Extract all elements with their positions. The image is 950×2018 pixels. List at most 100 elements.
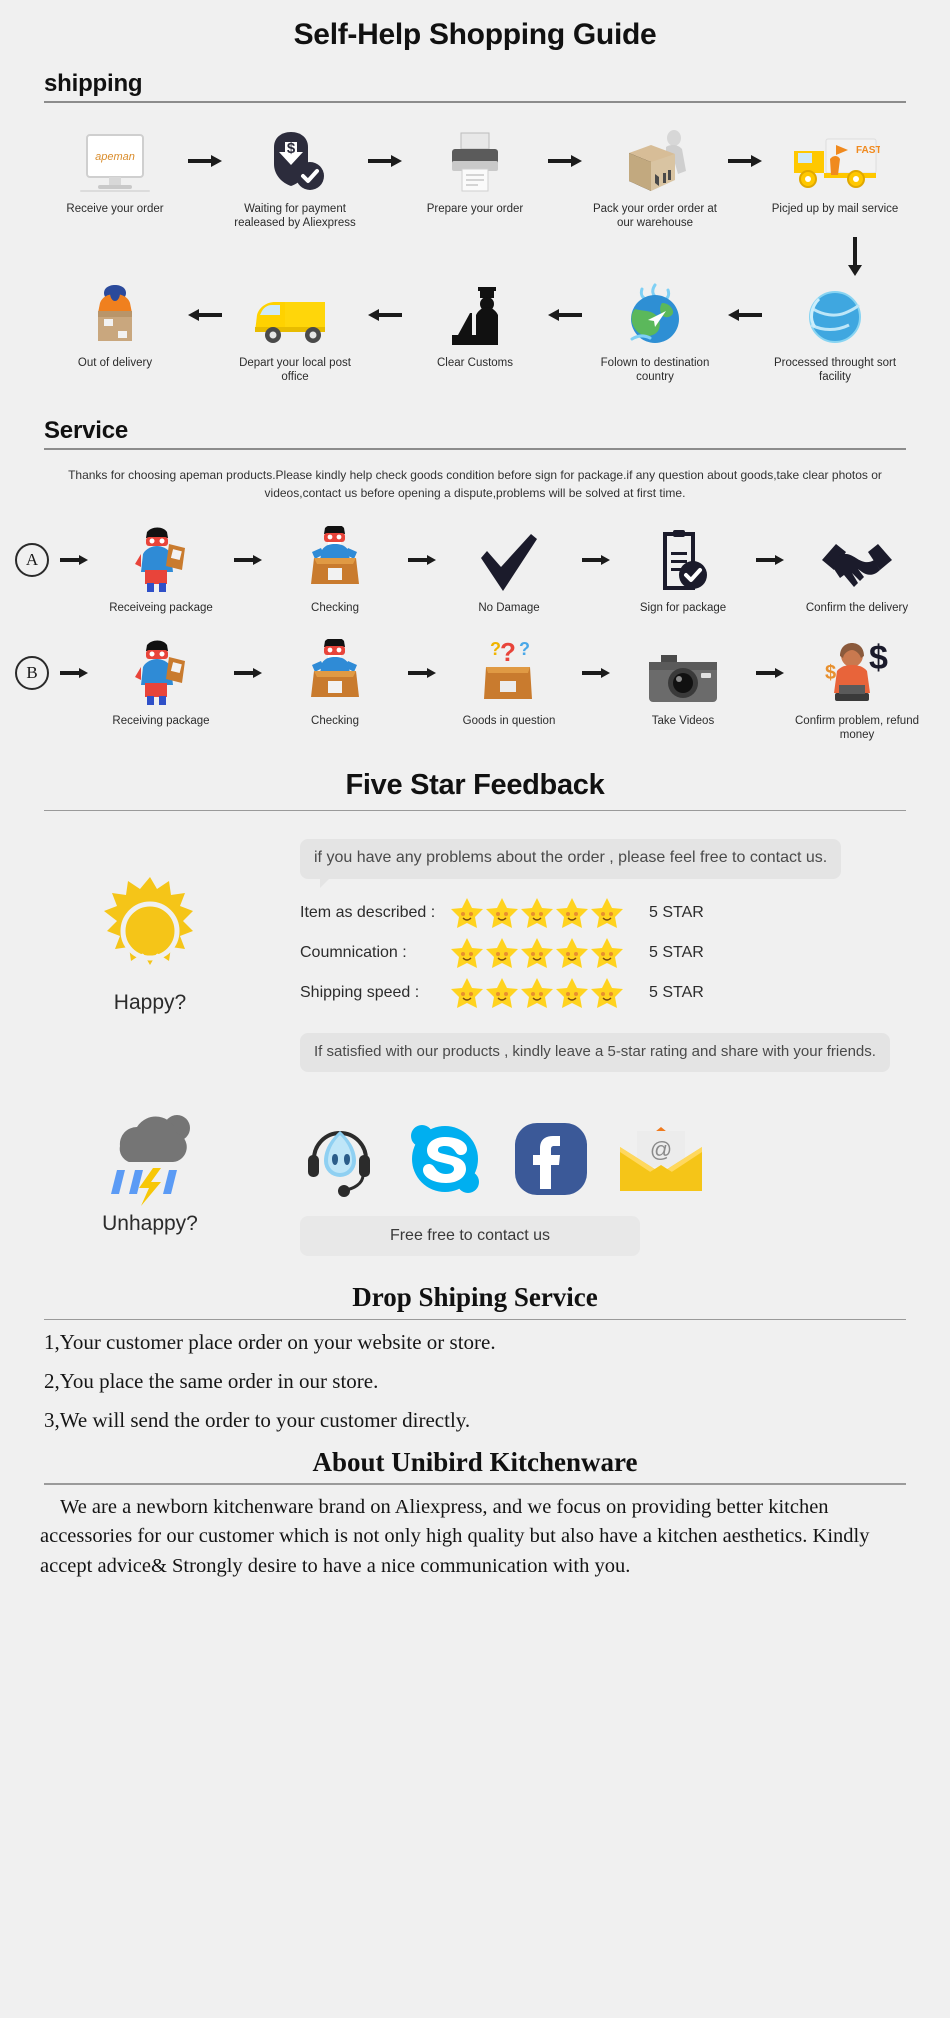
skype-icon[interactable] bbox=[406, 1120, 484, 1198]
shipping-step: apeman Receive your order bbox=[48, 127, 182, 216]
contact-column: @ Free free to contact us bbox=[300, 1106, 950, 1256]
star-icon bbox=[451, 897, 483, 928]
email-envelope-icon[interactable]: @ bbox=[618, 1123, 704, 1195]
printer-icon bbox=[444, 127, 506, 195]
payment-shield-icon: $ bbox=[262, 127, 328, 195]
service-step: Confirm the delivery bbox=[790, 526, 924, 615]
arrow-right-icon bbox=[182, 127, 228, 195]
svg-text:?: ? bbox=[500, 639, 516, 667]
service-flow-row-a: A Receiveing package Checking No Damage … bbox=[0, 525, 950, 615]
step-caption: Prepare your order bbox=[426, 203, 524, 215]
service-blurb: Thanks for choosing apeman products.Plea… bbox=[68, 467, 882, 500]
step-caption: Depart your local post office bbox=[239, 356, 351, 384]
facebook-icon[interactable] bbox=[512, 1120, 590, 1198]
step-caption: Confirm problem, refund money bbox=[795, 714, 919, 742]
section-heading-shipping: shipping bbox=[44, 70, 143, 97]
arrow-down-icon bbox=[848, 236, 862, 276]
question-box-icon: ? ? ? bbox=[476, 639, 542, 707]
section-heading-dropshipping: Drop Shiping Service bbox=[352, 1281, 598, 1312]
star-icon bbox=[591, 977, 623, 1008]
step-caption: Processed throught sort facility bbox=[773, 356, 897, 384]
arrow-right-icon bbox=[228, 639, 268, 707]
guide-page: Self-Help Shopping Guide shipping apeman… bbox=[0, 0, 950, 1592]
ratings-column: if you have any problems about the order… bbox=[300, 838, 950, 1072]
step-caption: Receiveing package bbox=[109, 601, 213, 614]
hero-opening-box-icon bbox=[304, 638, 366, 707]
arrow-left-icon bbox=[722, 281, 768, 349]
hero-holding-package-icon bbox=[131, 639, 191, 707]
step-caption: Waiting for payment realeased by Aliexpr… bbox=[234, 203, 356, 230]
feedback-unhappy-block: Unhappy? @ Free free to contact us bbox=[0, 1072, 950, 1256]
star-icon bbox=[521, 977, 553, 1008]
star-icon bbox=[521, 937, 553, 968]
signed-document-icon bbox=[655, 526, 711, 594]
shipping-step: Pack your order order at our warehouse bbox=[588, 127, 722, 231]
list-item: 2,You place the same order in our store. bbox=[44, 1368, 379, 1393]
arrow-left-icon bbox=[542, 281, 588, 349]
service-step: Receiveing package bbox=[94, 526, 228, 615]
shipping-flow-row-2: Out of delivery Depart your local post o… bbox=[0, 281, 950, 385]
packing-box-icon bbox=[619, 127, 691, 195]
hero-opening-box-icon bbox=[304, 525, 366, 594]
arrow-right-icon bbox=[750, 639, 790, 707]
shipping-step: FAST Picjed up by mail service bbox=[768, 127, 902, 216]
contact-icon-row: @ bbox=[300, 1106, 910, 1198]
delivery-truck-fast-icon: FAST bbox=[790, 127, 880, 195]
list-item: 1,Your customer place order on your webs… bbox=[44, 1329, 496, 1354]
svg-text:$: $ bbox=[869, 641, 888, 677]
checkmark-icon bbox=[478, 526, 540, 594]
rating-value: 5 STAR bbox=[649, 903, 704, 921]
rating-row: Coumnication : 5 STAR bbox=[300, 937, 910, 969]
star-icon bbox=[486, 977, 518, 1008]
yellow-van-icon bbox=[251, 281, 339, 349]
arrow-right-icon bbox=[576, 526, 616, 594]
step-caption: Confirm the delivery bbox=[805, 601, 909, 614]
step-caption: Picjed up by mail service bbox=[771, 203, 899, 215]
star-group bbox=[450, 977, 635, 1009]
rating-value: 5 STAR bbox=[649, 943, 704, 961]
step-caption: Checking bbox=[311, 601, 359, 614]
star-icon bbox=[521, 897, 553, 928]
step-caption: Receiving package bbox=[112, 714, 210, 727]
step-caption: Clear Customs bbox=[436, 356, 514, 369]
handshake-icon bbox=[820, 526, 894, 594]
svg-text:$: $ bbox=[825, 662, 836, 684]
globe-airplane-icon bbox=[622, 281, 688, 349]
star-icon bbox=[486, 897, 518, 928]
unhappy-label: Unhappy? bbox=[102, 1211, 198, 1235]
row-badge-b: B bbox=[10, 639, 54, 707]
arrow-right-icon bbox=[576, 639, 616, 707]
badge-label: B bbox=[15, 655, 49, 690]
contact-us-button[interactable]: Free free to contact us bbox=[300, 1215, 640, 1256]
step-caption: Receive your order bbox=[66, 203, 164, 215]
step-caption: Take Videos bbox=[651, 714, 715, 727]
service-step: Checking bbox=[268, 525, 402, 615]
rating-row: Item as described : 5 STAR bbox=[300, 897, 910, 929]
section-heading-feedback: Five Star Feedback bbox=[345, 768, 605, 801]
page-title: Self-Help Shopping Guide bbox=[293, 18, 657, 51]
rating-label: Coumnication : bbox=[300, 943, 407, 961]
trademanager-headset-icon[interactable] bbox=[300, 1121, 378, 1197]
row-badge-a: A bbox=[10, 526, 54, 594]
svg-text:FAST: FAST bbox=[856, 145, 880, 156]
unhappy-column: Unhappy? bbox=[0, 1106, 300, 1256]
divider bbox=[44, 101, 906, 103]
service-step: Take Videos bbox=[616, 639, 750, 728]
svg-text:@: @ bbox=[650, 1137, 672, 1162]
step-caption: Goods in question bbox=[462, 714, 556, 727]
rating-row: Shipping speed : 5 STAR bbox=[300, 977, 910, 1009]
arrow-right-icon bbox=[722, 127, 768, 195]
svg-text:$: $ bbox=[287, 140, 296, 157]
arrow-left-icon bbox=[362, 281, 408, 349]
arrow-right-icon bbox=[54, 639, 94, 707]
arrow-right-icon bbox=[402, 639, 442, 707]
star-group bbox=[450, 897, 635, 929]
star-icon bbox=[451, 977, 483, 1008]
shipping-step: Depart your local post office bbox=[228, 281, 362, 385]
feedback-happy-block: Happy? if you have any problems about th… bbox=[0, 811, 950, 1072]
shipping-step: Out of delivery bbox=[48, 281, 182, 370]
satisfaction-note: If satisfied with our products , kindly … bbox=[300, 1032, 890, 1072]
star-group bbox=[450, 937, 635, 969]
sun-icon bbox=[96, 876, 204, 985]
about-body-text: We are a newborn kitchenware brand on Al… bbox=[40, 1495, 870, 1578]
